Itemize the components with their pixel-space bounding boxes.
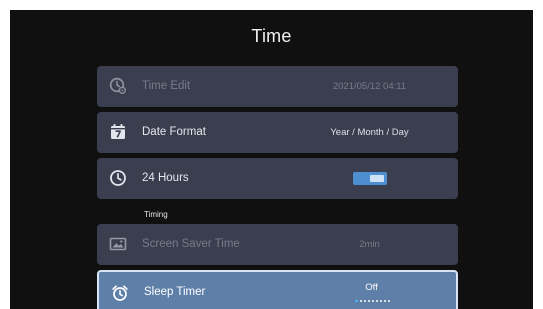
menu-item-label: Time Edit <box>142 80 191 92</box>
menu-item-date-format[interactable]: Date Format Year / Month / Day <box>97 112 458 153</box>
menu-item-label: Sleep Timer <box>144 286 206 298</box>
section-header-timing: Timing <box>144 210 168 219</box>
clock-settings-icon <box>109 77 127 95</box>
option-dot <box>372 300 374 302</box>
option-dot <box>364 300 366 302</box>
menu-item-label: Date Format <box>142 126 206 138</box>
time-settings-screen: Time Time Edit 2021/05/12 04:11 Date For… <box>10 10 533 309</box>
menu-item-time-edit: Time Edit 2021/05/12 04:11 <box>97 66 458 107</box>
menu-item-24-hours[interactable]: 24 Hours <box>97 158 458 199</box>
toggle-knob <box>370 175 384 182</box>
menu-item-value: 2min <box>359 239 380 250</box>
alarm-clock-icon <box>111 284 129 302</box>
option-dot <box>388 300 390 302</box>
option-dot <box>360 300 362 302</box>
menu-item-value: 2021/05/12 04:11 <box>332 81 407 92</box>
menu-item-value: Year / Month / Day <box>330 127 409 138</box>
option-dot <box>368 300 370 302</box>
24-hours-toggle[interactable] <box>353 172 387 185</box>
menu-item-label: Screen Saver Time <box>142 238 240 250</box>
screen-saver-icon <box>109 235 127 253</box>
option-dot <box>355 300 358 302</box>
clock-icon <box>109 169 127 187</box>
menu-item-sleep-timer[interactable]: Sleep Timer Off <box>97 270 458 309</box>
option-dot <box>380 300 382 302</box>
menu-item-label: 24 Hours <box>142 172 189 184</box>
option-indicator <box>355 300 390 302</box>
option-dot <box>376 300 378 302</box>
page-title: Time <box>251 26 292 46</box>
calendar-icon <box>109 123 127 141</box>
option-dot <box>384 300 386 302</box>
menu-item-screen-saver-time[interactable]: Screen Saver Time 2min <box>97 224 458 265</box>
